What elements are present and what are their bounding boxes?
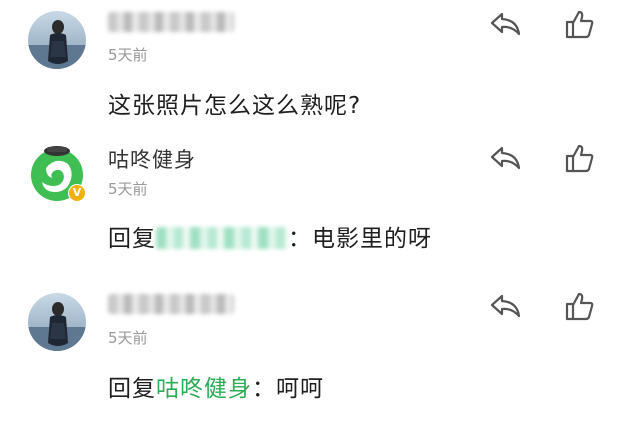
reply-separator: ：	[252, 376, 276, 402]
user-avatar[interactable]: V	[28, 144, 86, 202]
like-button[interactable]	[562, 8, 598, 40]
username-blurred[interactable]	[108, 12, 234, 32]
reply-prefix: 回复	[108, 376, 156, 402]
comment-text: 回复 ：电影里的呀	[108, 219, 432, 253]
reply-text: 呵呵	[276, 376, 324, 402]
reply-button[interactable]	[488, 8, 524, 40]
comment-text: 这张照片怎么这么熟呢?	[108, 93, 362, 119]
reply-button[interactable]	[488, 290, 524, 322]
reply-arrow-icon	[490, 146, 521, 170]
like-button[interactable]	[562, 142, 598, 174]
verified-badge: V	[68, 184, 86, 202]
user-avatar[interactable]	[28, 11, 86, 69]
reply-prefix: 回复	[108, 226, 156, 252]
comment-time: 5天前	[108, 329, 148, 347]
mention-username[interactable]: 咕咚健身	[156, 376, 252, 402]
thumbs-up-icon	[565, 144, 594, 173]
username[interactable]: 咕咚健身	[108, 144, 196, 174]
comment-time: 5天前	[108, 46, 148, 64]
comment-item: 5天前 回复咕咚健身：呵呵	[0, 280, 640, 428]
mention-blurred[interactable]	[156, 227, 288, 249]
reply-button[interactable]	[488, 142, 524, 174]
thumbs-up-icon	[565, 10, 594, 39]
reply-text: 电影里的呀	[312, 226, 432, 252]
person-avatar-icon	[28, 293, 86, 351]
thumbs-up-icon	[565, 292, 594, 321]
reply-arrow-icon	[490, 294, 521, 318]
reply-separator: ：	[288, 226, 312, 252]
comment-item: V 咕咚健身 5天前 回复 ：电影里的呀	[0, 130, 640, 280]
reply-arrow-icon	[490, 12, 521, 36]
user-avatar[interactable]	[28, 293, 86, 351]
username-blurred[interactable]	[108, 294, 234, 314]
comment-time: 5天前	[108, 180, 148, 198]
person-avatar-icon	[28, 11, 86, 69]
comment-text: 回复咕咚健身：呵呵	[108, 369, 324, 403]
like-button[interactable]	[562, 290, 598, 322]
comment-item: 5天前 这张照片怎么这么熟呢?	[0, 0, 640, 130]
